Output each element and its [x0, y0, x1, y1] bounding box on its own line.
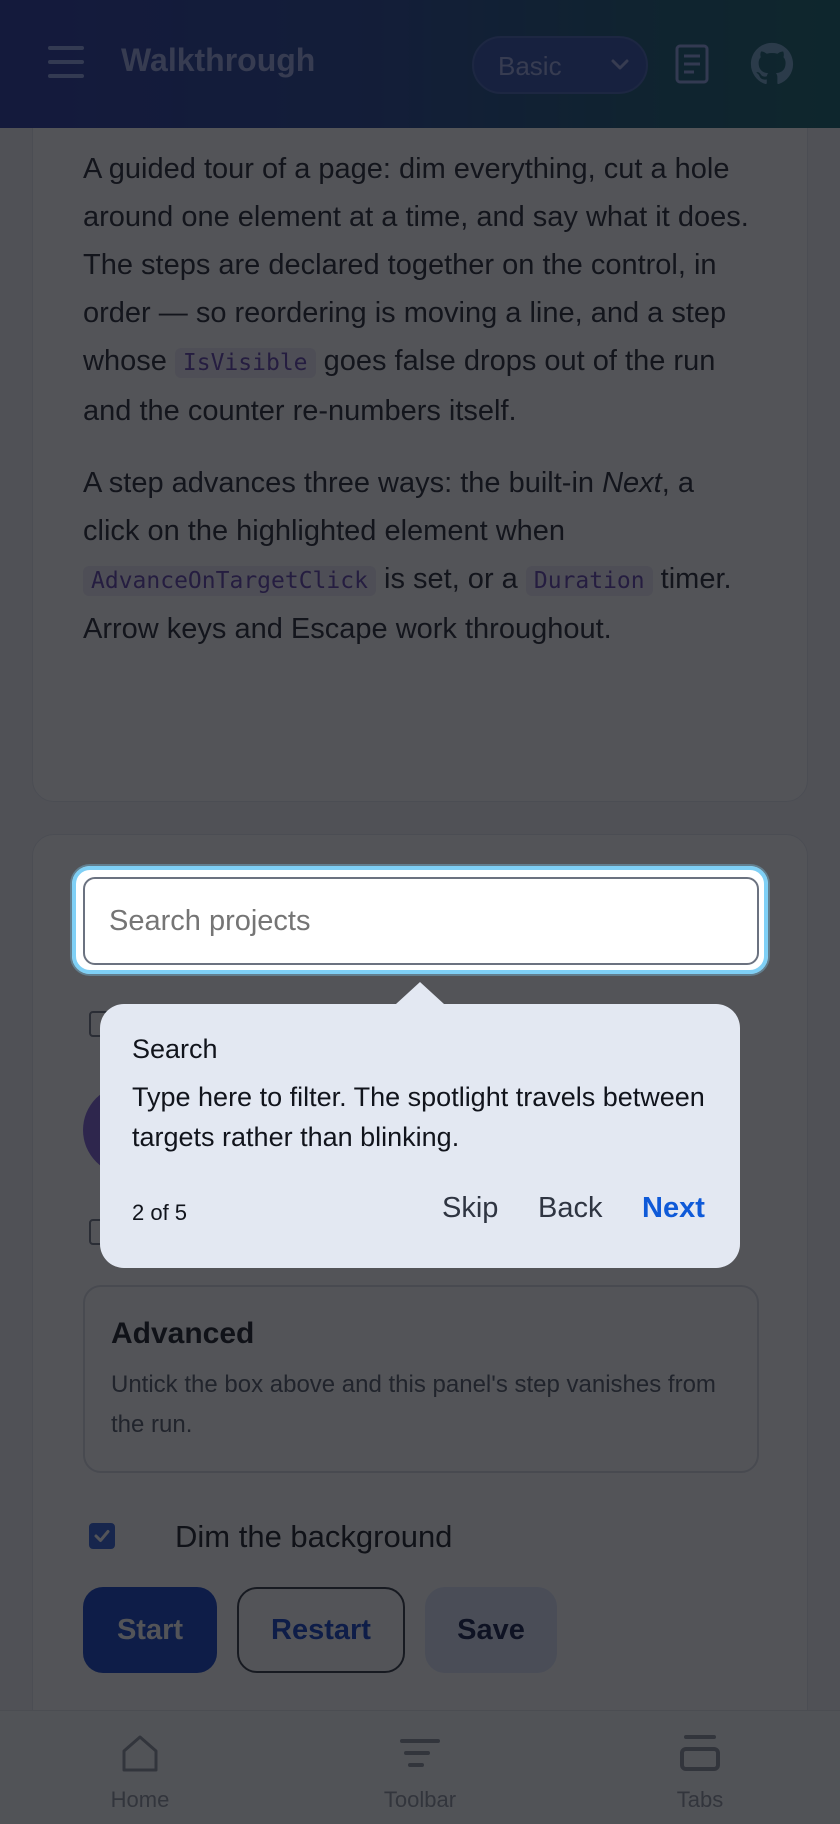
- dim-background-checkbox[interactable]: [89, 1523, 115, 1549]
- nav-item-toolbar[interactable]: Toolbar: [340, 1711, 500, 1824]
- nav-item-tabs[interactable]: Tabs: [620, 1711, 780, 1824]
- demo-card: Advanced Untick the box above and this p…: [32, 834, 808, 1734]
- github-icon[interactable]: [750, 42, 794, 86]
- save-button[interactable]: Save: [425, 1587, 557, 1673]
- next-button[interactable]: Next: [642, 1192, 705, 1225]
- tooltip-body: Type here to filter. The spotlight trave…: [132, 1082, 705, 1152]
- variant-select-value: Basic: [498, 51, 562, 81]
- variant-select[interactable]: Basic: [472, 36, 648, 94]
- toolbar-icon: [400, 1739, 440, 1767]
- menu-icon: [48, 46, 84, 50]
- advanced-panel: Advanced Untick the box above and this p…: [83, 1285, 759, 1473]
- checkmark-icon: [94, 1530, 110, 1542]
- code-advanceontargetclick: AdvanceOnTargetClick: [83, 566, 376, 596]
- intro-paragraph-2: A step advances three ways: the built-in…: [83, 467, 732, 645]
- intro-card: A guided tour of a page: dim everything,…: [32, 90, 808, 802]
- skip-button[interactable]: Skip: [442, 1192, 498, 1225]
- intro-paragraph-1: A guided tour of a page: dim everything,…: [83, 153, 749, 427]
- app-header: Walkthrough Basic: [0, 0, 840, 128]
- menu-button[interactable]: [46, 46, 86, 78]
- tabs-icon: [680, 1735, 720, 1771]
- start-button[interactable]: Start: [83, 1587, 217, 1673]
- search-input[interactable]: [83, 877, 759, 965]
- back-button[interactable]: Back: [538, 1192, 602, 1225]
- nav-label: Toolbar: [383, 1787, 457, 1812]
- advanced-title: Advanced: [111, 1317, 255, 1350]
- nav-label: Tabs: [676, 1787, 724, 1812]
- document-icon[interactable]: [674, 44, 710, 84]
- nav-item-home[interactable]: Home: [60, 1711, 220, 1824]
- restart-button[interactable]: Restart: [237, 1587, 405, 1673]
- dim-background-label: Dim the background: [175, 1519, 453, 1554]
- tooltip-arrow: [396, 982, 444, 1004]
- home-icon: [122, 1735, 158, 1772]
- chevron-down-icon: [611, 59, 629, 70]
- bottom-nav: Home Toolbar Tabs: [0, 1710, 840, 1824]
- advanced-text: Untick the box above and this panel's st…: [111, 1371, 716, 1438]
- walkthrough-tooltip: Search Type here to filter. The spotligh…: [100, 982, 740, 1268]
- app-title: Walkthrough: [121, 42, 316, 78]
- code-duration: Duration: [525, 566, 653, 596]
- tooltip-title: Search: [132, 1034, 218, 1064]
- code-isvisible: IsVisible: [174, 348, 316, 378]
- nav-label: Home: [110, 1787, 170, 1812]
- step-counter: 2 of 5: [132, 1200, 188, 1225]
